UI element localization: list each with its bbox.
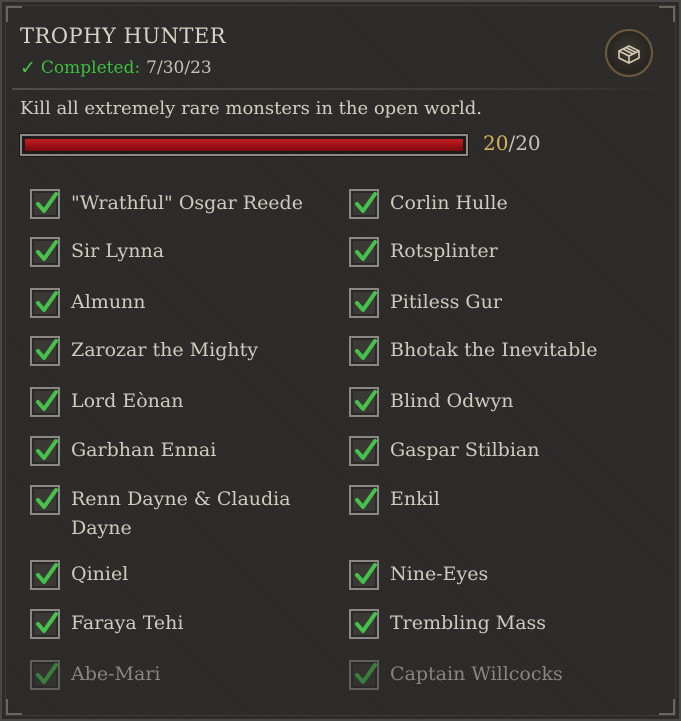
monster-name: Rotsplinter	[390, 240, 498, 262]
list-item: Abe-Mari	[30, 660, 311, 690]
checkmark-icon	[355, 563, 377, 584]
checkbox	[30, 436, 60, 466]
list-item: Corlin Hulle	[349, 189, 630, 219]
trophy-chest-icon	[605, 29, 653, 77]
monster-name: Gaspar Stilbian	[390, 439, 540, 461]
checkmark-icon	[355, 339, 377, 360]
checkbox	[349, 189, 379, 219]
checkmark-icon	[355, 192, 377, 213]
frame-corner	[659, 699, 675, 715]
list-item: Rotsplinter	[349, 237, 630, 267]
checkmark-icon	[355, 488, 377, 509]
monster-name: Zarozar the Mighty	[71, 339, 258, 361]
progress-total: /20	[508, 131, 541, 155]
monster-name: Lord Eònan	[71, 390, 184, 412]
checkbox	[349, 485, 379, 515]
list-item: Almunn	[30, 288, 311, 318]
list-item: Nine-Eyes	[349, 560, 630, 590]
checkbox	[349, 560, 379, 590]
list-item: Captain Willcocks	[349, 660, 630, 690]
monster-name: Faraya Tehi	[71, 612, 184, 634]
monster-name: "Wrathful" Osgar Reede	[71, 192, 303, 214]
checkmark-icon	[36, 339, 58, 360]
checkmark-icon	[355, 240, 377, 261]
monster-name: Nine-Eyes	[390, 563, 489, 585]
completed-label: Completed:	[40, 58, 141, 78]
list-item: "Wrathful" Osgar Reede	[30, 189, 311, 219]
monster-name: Captain Willcocks	[390, 663, 563, 685]
progress-count: 20/20	[483, 131, 541, 155]
checkbox	[30, 237, 60, 267]
monster-name: Sir Lynna	[71, 240, 165, 262]
frame-corner	[6, 6, 22, 22]
frame-corner	[6, 699, 22, 715]
checkmark-icon: ✓	[20, 57, 36, 79]
checkmark-icon	[36, 291, 58, 312]
list-item: Gaspar Stilbian	[349, 436, 630, 466]
checkmark-icon	[36, 390, 58, 411]
monster-name: Qiniel	[71, 563, 129, 585]
checkmark-icon	[355, 291, 377, 312]
checkbox	[30, 609, 60, 639]
checkmark-icon	[36, 439, 58, 460]
frame-corner	[659, 6, 675, 22]
monster-name: Abe-Mari	[71, 663, 161, 685]
checkbox	[30, 189, 60, 219]
checkmark-icon	[36, 192, 58, 213]
header-divider	[12, 88, 672, 90]
list-item: Zarozar the Mighty	[30, 336, 311, 366]
checkmark-icon	[355, 439, 377, 460]
monster-name: Renn Dayne & Claudia Dayne	[71, 488, 291, 539]
list-item: Trembling Mass	[349, 609, 630, 639]
progress-bar	[20, 134, 468, 156]
achievement-panel: TROPHY HUNTER ✓ Completed: 7/30/23 Kill …	[0, 0, 681, 721]
checkbox	[349, 387, 379, 417]
list-item: Lord Eònan	[30, 387, 311, 417]
checkmark-icon	[36, 563, 58, 584]
progress-current: 20	[483, 131, 509, 155]
list-item: Bhotak the Inevitable	[349, 336, 630, 366]
checkbox	[30, 336, 60, 366]
checkmark-icon	[36, 240, 58, 261]
monster-name: Garbhan Ennai	[71, 439, 217, 461]
list-item: Faraya Tehi	[30, 609, 311, 639]
monster-name: Blind Odwyn	[390, 390, 514, 412]
checkmark-icon	[355, 390, 377, 411]
list-item: Garbhan Ennai	[30, 436, 311, 466]
achievement-description: Kill all extremely rare monsters in the …	[20, 98, 483, 119]
checkmark-icon	[355, 663, 377, 684]
monster-name: Enkil	[390, 488, 440, 510]
monster-name: Bhotak the Inevitable	[390, 339, 598, 361]
checkbox	[30, 660, 60, 690]
list-item: Pitiless Gur	[349, 288, 630, 318]
checkbox	[30, 485, 60, 515]
checkbox	[349, 436, 379, 466]
checkbox	[30, 560, 60, 590]
checkbox	[349, 237, 379, 267]
checkmark-icon	[36, 488, 58, 509]
completed-status: ✓ Completed: 7/30/23	[20, 57, 212, 79]
list-item: Sir Lynna	[30, 237, 311, 267]
list-item: Qiniel	[30, 560, 311, 590]
checkbox	[349, 336, 379, 366]
checkbox	[349, 660, 379, 690]
checkbox	[30, 288, 60, 318]
list-item: Renn Dayne & Claudia Dayne	[30, 485, 311, 543]
checkmark-icon	[355, 612, 377, 633]
monster-name: Corlin Hulle	[390, 192, 508, 214]
monster-name: Almunn	[71, 291, 146, 313]
achievement-title: TROPHY HUNTER	[20, 24, 227, 48]
monster-name: Trembling Mass	[390, 612, 547, 634]
list-item: Enkil	[349, 485, 630, 515]
monster-name: Pitiless Gur	[390, 291, 502, 313]
progress-bar-fill	[25, 139, 463, 151]
list-item: Blind Odwyn	[349, 387, 630, 417]
checkbox	[349, 288, 379, 318]
completed-date: 7/30/23	[146, 58, 212, 78]
checkmark-icon	[36, 663, 58, 684]
checkbox	[349, 609, 379, 639]
checkmark-icon	[36, 612, 58, 633]
checkbox	[30, 387, 60, 417]
